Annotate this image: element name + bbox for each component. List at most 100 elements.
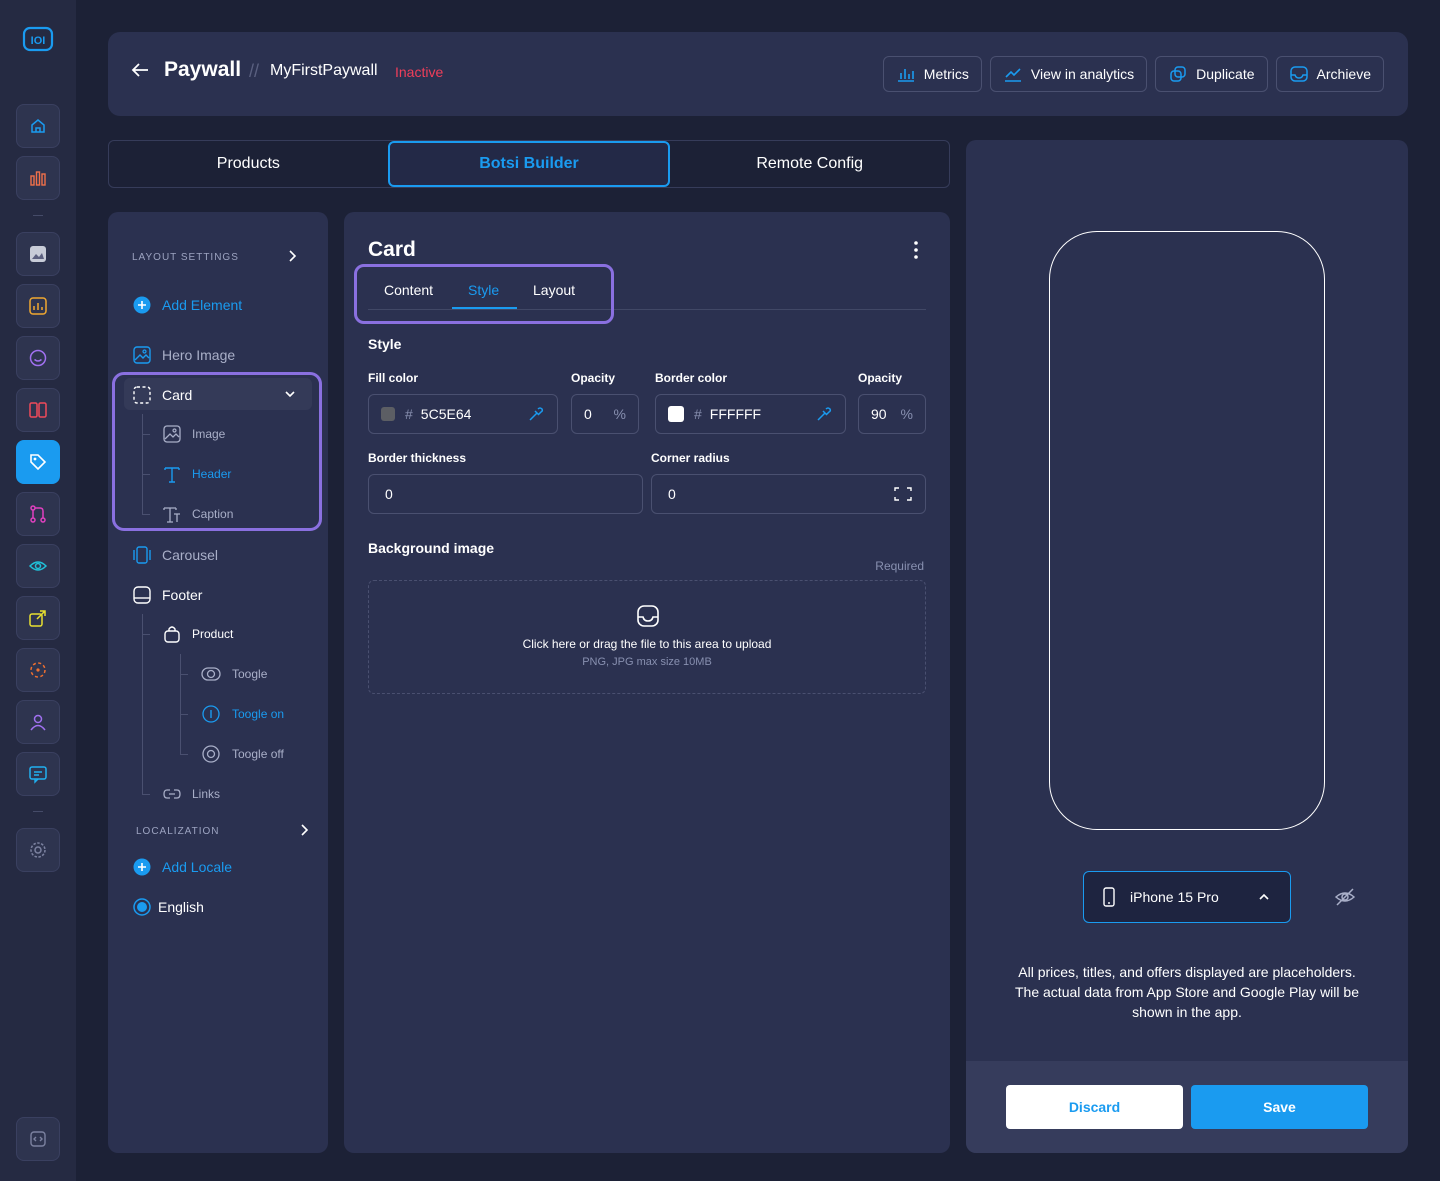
status-badge: Inactive	[395, 64, 444, 80]
fill-opacity-value: 0	[584, 406, 592, 422]
home-icon[interactable]	[16, 104, 60, 148]
export-icon[interactable]	[16, 596, 60, 640]
border-color-label: Border color	[655, 371, 728, 385]
duplicate-label: Duplicate	[1196, 66, 1255, 82]
rail-divider	[33, 811, 43, 812]
svg-text:IOI: IOI	[31, 35, 46, 47]
text-small-icon	[163, 507, 180, 523]
analytics-icon[interactable]	[16, 284, 60, 328]
view-in-analytics-button[interactable]: View in analytics	[989, 56, 1148, 92]
image-icon[interactable]	[16, 232, 60, 276]
product-label: Product	[192, 627, 234, 641]
hash-symbol: #	[694, 406, 702, 422]
duplicate-button[interactable]: Duplicate	[1155, 56, 1268, 92]
layer-header[interactable]: Header	[162, 464, 231, 484]
user-icon[interactable]	[16, 700, 60, 744]
layer-toogle-on[interactable]: Toogle on	[200, 704, 284, 724]
app-rail: IOI	[0, 0, 76, 1181]
device-name: iPhone 15 Pro	[1130, 889, 1219, 905]
image-icon	[133, 346, 151, 364]
fill-color-swatch[interactable]	[381, 407, 395, 421]
layer-footer[interactable]: Footer	[132, 585, 202, 605]
split-view-icon[interactable]	[16, 388, 60, 432]
layer-toogle-off[interactable]: Toogle off	[200, 744, 284, 764]
focus-icon[interactable]	[16, 648, 60, 692]
tree-line	[142, 614, 143, 794]
layer-card[interactable]: Card	[132, 385, 192, 405]
layer-toogle[interactable]: Toogle	[200, 664, 267, 684]
layout-settings-label[interactable]: LAYOUT SETTINGS	[132, 252, 239, 263]
save-button[interactable]: Save	[1191, 1085, 1368, 1129]
device-selector[interactable]: iPhone 15 Pro	[1083, 871, 1291, 923]
chevron-right-icon[interactable]	[286, 249, 298, 263]
duplicate-icon	[1170, 66, 1186, 82]
fill-opacity-input[interactable]: 0 %	[571, 394, 639, 434]
eye-icon[interactable]	[16, 544, 60, 588]
element-title: Card	[368, 238, 416, 261]
radio-selected-icon	[133, 898, 151, 916]
upload-dropzone[interactable]: Click here or drag the file to this area…	[368, 580, 926, 694]
more-vertical-icon[interactable]	[910, 240, 922, 260]
locale-english[interactable]: English	[132, 897, 204, 917]
border-color-field[interactable]: # FFFFFF	[655, 394, 846, 434]
chat-icon[interactable]	[16, 752, 60, 796]
properties-panel: Card Content Style Layout Style Fill col…	[344, 212, 950, 1153]
tree-connector	[142, 794, 150, 795]
add-element-button[interactable]: Add Element	[132, 295, 242, 315]
chevron-down-icon[interactable]	[284, 388, 296, 400]
tree-connector	[142, 434, 150, 435]
back-arrow-icon[interactable]	[130, 60, 150, 80]
fill-color-field[interactable]: # 5C5E64	[368, 394, 558, 434]
code-icon[interactable]	[16, 1117, 60, 1161]
image-icon	[163, 425, 181, 443]
tab-botsi-builder[interactable]: Botsi Builder	[387, 141, 671, 187]
chevron-right-icon[interactable]	[298, 823, 310, 837]
footer-label: Footer	[162, 587, 203, 603]
gear-icon[interactable]	[16, 828, 60, 872]
layer-product[interactable]: Product	[162, 624, 233, 644]
chevron-up-icon	[1259, 893, 1269, 900]
add-locale-button[interactable]: Add Locale	[132, 857, 232, 877]
git-branch-icon[interactable]	[16, 492, 60, 536]
border-opacity-input[interactable]: 90 %	[858, 394, 926, 434]
border-color-swatch[interactable]	[668, 406, 684, 422]
text-icon	[164, 467, 180, 483]
layer-caption[interactable]: Caption	[162, 504, 233, 524]
tab-remote-config[interactable]: Remote Config	[670, 141, 949, 187]
discard-button[interactable]: Discard	[1006, 1085, 1183, 1129]
bar-chart-icon[interactable]	[16, 156, 60, 200]
app-logo[interactable]: IOI	[22, 26, 54, 54]
paywall-name: MyFirstPaywall	[270, 62, 378, 79]
layer-image[interactable]: Image	[162, 424, 225, 444]
localization-label[interactable]: LOCALIZATION	[136, 826, 220, 837]
tree-connector	[180, 754, 188, 755]
metrics-icon	[897, 69, 914, 82]
page-header: Paywall // MyFirstPaywall Inactive Metri…	[108, 32, 1408, 116]
eyedropper-icon[interactable]	[815, 405, 833, 423]
eyedropper-icon[interactable]	[527, 405, 545, 423]
preview-panel: iPhone 15 Pro All prices, titles, and of…	[966, 140, 1408, 1153]
tag-icon[interactable]	[16, 440, 60, 484]
metrics-button[interactable]: Metrics	[882, 56, 982, 92]
smile-icon[interactable]	[16, 336, 60, 380]
corner-radius-input[interactable]: 0	[651, 474, 926, 514]
archive-button[interactable]: Archieve	[1275, 56, 1384, 92]
layer-links[interactable]: Links	[162, 784, 220, 804]
eye-off-icon[interactable]	[1334, 886, 1356, 908]
border-opacity-value: 90	[871, 406, 887, 422]
tab-products[interactable]: Products	[109, 141, 388, 187]
corner-radius-label: Corner radius	[651, 451, 730, 465]
border-thickness-input[interactable]: 0	[368, 474, 643, 514]
hash-symbol: #	[405, 406, 413, 422]
corner-radius-icon[interactable]	[893, 485, 913, 503]
archive-icon	[1289, 66, 1308, 82]
layer-carousel[interactable]: Carousel	[132, 545, 218, 565]
layer-hero-image[interactable]: Hero Image	[132, 345, 235, 365]
fill-color-value: 5C5E64	[420, 406, 472, 422]
header-label: Header	[192, 467, 232, 481]
opacity-label: Opacity	[571, 371, 616, 385]
tree-connector	[142, 634, 150, 635]
fill-color-label: Fill color	[368, 371, 419, 385]
percent-symbol: %	[613, 406, 626, 422]
plus-circle-icon	[133, 296, 151, 314]
